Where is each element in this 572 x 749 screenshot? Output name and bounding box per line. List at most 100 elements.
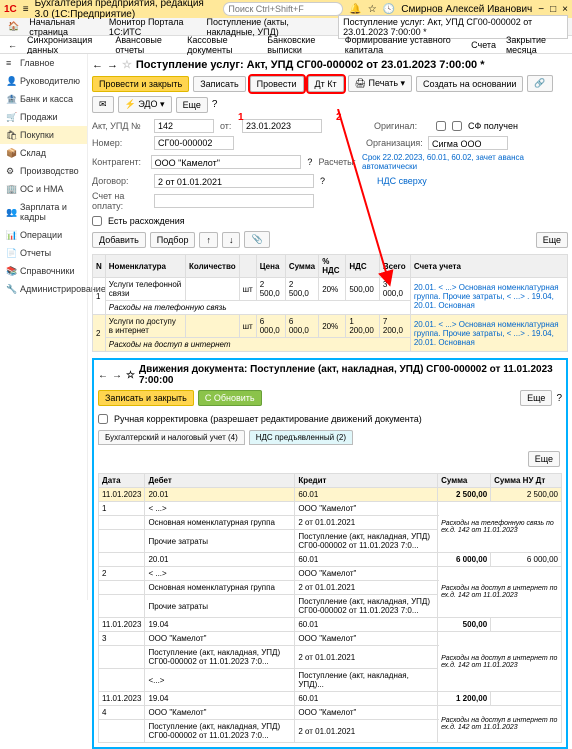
sidebar-item-refs[interactable]: 📚Справочники	[0, 262, 87, 280]
help-icon[interactable]: ?	[307, 157, 312, 167]
user-name[interactable]: Смирнов Алексей Иванович	[401, 4, 532, 15]
link-button[interactable]: 🔗	[527, 75, 552, 92]
sidebar-item-main[interactable]: ≡Главное	[0, 54, 87, 72]
forward-icon[interactable]: →	[107, 59, 118, 71]
movements-button[interactable]: Дт Кт	[308, 76, 344, 92]
col-unit[interactable]	[239, 255, 256, 278]
dogovor-field[interactable]: 2 от 01.01.2021	[154, 174, 314, 188]
sidebar-item-purchases[interactable]: 🛍Покупки	[0, 126, 87, 144]
more-button[interactable]: Еще	[528, 451, 560, 467]
table-row[interactable]: 3ООО "Камелот"ООО "Камелот"Расходы на до…	[99, 632, 562, 646]
calc-link[interactable]: Срок 22.02.2023, 60.01, 60.02, зачет ава…	[362, 153, 568, 171]
edo-button[interactable]: ⚡ ЭДО ▾	[118, 96, 172, 113]
history-icon[interactable]: 🕓	[383, 4, 395, 15]
post-button[interactable]: Провести	[250, 76, 304, 92]
sidebar-item-bank[interactable]: 🏦Банк и касса	[0, 90, 87, 108]
sidebar-item-production[interactable]: ⚙Производство	[0, 162, 87, 180]
table-row[interactable]: 11.01.2023 20.01 60.01 2 500,00 2 500,00	[99, 488, 562, 502]
home-icon[interactable]: 🏠	[4, 20, 23, 33]
col-acc[interactable]: Счета учета	[410, 255, 567, 278]
act-date-input[interactable]	[242, 119, 322, 133]
more-button[interactable]: Еще	[536, 232, 568, 248]
table-row[interactable]: 11.01.2023 19.04 60.01 1 200,00	[99, 692, 562, 706]
col-qty[interactable]: Количество	[186, 255, 240, 278]
post-close-button[interactable]: Провести и закрыть	[92, 76, 189, 92]
table-row[interactable]: 2< ...>ООО "Камелот"Расходы на доступ в …	[99, 567, 562, 581]
sf-checkbox[interactable]	[452, 119, 462, 133]
help-icon[interactable]: ?	[556, 393, 562, 404]
more-button[interactable]: Еще	[520, 390, 552, 406]
nds-link[interactable]: НДС сверху	[377, 176, 427, 186]
sidebar-item-reports[interactable]: 📄Отчеты	[0, 244, 87, 262]
menu-icon[interactable]: ≡	[23, 4, 29, 15]
col-sum[interactable]: Сумма	[438, 474, 491, 488]
down-button[interactable]: ↓	[222, 232, 241, 248]
sidebar-item-sales[interactable]: 🛒Продажи	[0, 108, 87, 126]
tab-nds[interactable]: НДС предъявленный (2)	[249, 430, 353, 445]
attach-button[interactable]: 📎	[244, 231, 269, 248]
refresh-button[interactable]: С Обновить	[198, 390, 262, 406]
org-field[interactable]: Сигма ООО	[428, 136, 508, 150]
sidebar-item-warehouse[interactable]: 📦Склад	[0, 144, 87, 162]
col-sum[interactable]: Сумма	[285, 255, 318, 278]
col-nom[interactable]: Номенклатура	[105, 255, 185, 278]
table-row[interactable]: 1< ...>ООО "Камелот"Расходы на телефонну…	[99, 502, 562, 516]
sidebar-item-admin[interactable]: 🔧Администрирование	[0, 280, 87, 298]
sidebar-item-os[interactable]: 🏢ОС и НМА	[0, 180, 87, 198]
table-row[interactable]: 11.01.2023 19.04 60.01 500,00	[99, 618, 562, 632]
add-button[interactable]: Добавить	[92, 232, 146, 248]
favorite-icon[interactable]: ☆	[126, 370, 135, 381]
help-icon[interactable]: ?	[212, 99, 218, 110]
toolbar-sync[interactable]: Синхронизация данных	[27, 35, 105, 55]
back-icon[interactable]: ←	[8, 40, 17, 50]
close-icon[interactable]: ×	[562, 4, 568, 15]
original-checkbox[interactable]	[436, 119, 446, 133]
table-row[interactable]: 4ООО "Камелот"ООО "Камелот"Расходы на до…	[99, 706, 562, 720]
col-debet[interactable]: Дебет	[145, 474, 295, 488]
act-no-input[interactable]	[154, 119, 214, 133]
back-icon[interactable]: ←	[92, 59, 103, 71]
toolbar-checks[interactable]: Счета	[471, 40, 496, 50]
col-ndsp[interactable]: % НДС	[319, 255, 346, 278]
col-kredit[interactable]: Кредит	[295, 474, 438, 488]
sidebar-item-manager[interactable]: 👤Руководителю	[0, 72, 87, 90]
table-row[interactable]: 20.01 60.01 6 000,00 6 000,00	[99, 553, 562, 567]
col-total[interactable]: Всего	[379, 255, 410, 278]
manual-corr-checkbox[interactable]	[98, 412, 108, 426]
col-date[interactable]: Дата	[99, 474, 145, 488]
star-icon[interactable]: ☆	[368, 4, 377, 15]
sidebar-item-salary[interactable]: 👥Зарплата и кадры	[0, 198, 87, 226]
toolbar-close[interactable]: Закрытие месяца	[506, 35, 564, 55]
back-icon[interactable]: ←	[98, 370, 108, 381]
bell-icon[interactable]: 🔔	[349, 4, 361, 15]
favorite-icon[interactable]: ☆	[122, 58, 132, 71]
minimize-icon[interactable]: −	[538, 4, 544, 15]
table-row[interactable]: 1 Услуги телефонной связи шт 2 500,0 2 5…	[93, 278, 568, 301]
email-button[interactable]: ✉	[92, 96, 114, 113]
toolbar-bank[interactable]: Банковские выписки	[267, 35, 335, 55]
toolbar-capital[interactable]: Формирование уставного капитала	[345, 35, 461, 55]
col-price[interactable]: Цена	[256, 255, 285, 278]
pick-button[interactable]: Подбор	[150, 232, 196, 248]
discrepancy-checkbox[interactable]	[92, 214, 102, 228]
global-search-input[interactable]	[223, 2, 343, 16]
number-input[interactable]	[154, 136, 234, 150]
help-icon[interactable]: ?	[320, 176, 325, 186]
print-button[interactable]: 🖨 Печать ▾	[348, 75, 412, 92]
sidebar-item-operations[interactable]: 📊Операции	[0, 226, 87, 244]
save-button[interactable]: Записать	[193, 76, 245, 92]
col-sumnu[interactable]: Сумма НУ Дт	[491, 474, 562, 488]
more-button[interactable]: Еще	[176, 97, 208, 113]
save-close-button[interactable]: Записать и закрыть	[98, 390, 194, 406]
contr-field[interactable]: ООО "Камелот"	[151, 155, 302, 169]
maximize-icon[interactable]: □	[550, 4, 556, 15]
col-nds[interactable]: НДС	[346, 255, 380, 278]
forward-icon[interactable]: →	[112, 370, 122, 381]
cell[interactable]: 20.01. < ...> Основная номенклатурная гр…	[410, 278, 567, 315]
up-button[interactable]: ↑	[199, 232, 218, 248]
tab-accounting[interactable]: Бухгалтерский и налоговый учет (4)	[98, 430, 245, 445]
toolbar-advance[interactable]: Авансовые отчеты	[115, 35, 177, 55]
table-row[interactable]: 2 Услуги по доступу в интернет шт 6 000,…	[93, 315, 568, 338]
col-n[interactable]: N	[93, 255, 106, 278]
toolbar-cash[interactable]: Кассовые документы	[187, 35, 257, 55]
